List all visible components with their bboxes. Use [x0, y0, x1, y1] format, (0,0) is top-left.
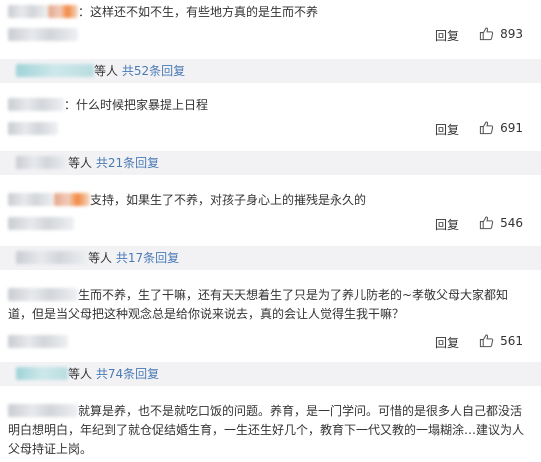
comment-text-row: ：什么时候把家暴提上日程	[8, 96, 527, 115]
blurred-username	[8, 5, 48, 18]
comment-text: ：这样还不如不生，有些地方真的是生而不养	[78, 5, 319, 19]
blurred-username	[8, 288, 78, 301]
view-replies-link[interactable]: 共17条回复	[116, 251, 179, 265]
blurred-replier	[16, 367, 68, 380]
like-button[interactable]: 893	[479, 26, 523, 41]
blurred-meta	[8, 121, 58, 135]
like-count: 546	[500, 215, 523, 230]
view-replies-link[interactable]: 共21条回复	[96, 156, 159, 170]
blurred-replier	[16, 156, 68, 169]
comment-text-row: 支持，如果生了不养，对孩子身心上的摧残是永久的	[8, 191, 527, 210]
blurred-avatar-badge	[54, 193, 90, 206]
thumbs-up-icon	[479, 334, 494, 348]
like-count: 561	[500, 333, 523, 348]
comment-text-row: ：这样还不如不生，有些地方真的是生而不养	[8, 3, 527, 22]
like-button[interactable]: 546	[479, 215, 523, 230]
blurred-username	[8, 404, 78, 417]
blurred-meta	[8, 27, 78, 41]
blurred-avatar-badge	[48, 5, 78, 18]
reply-thread[interactable]: 等人 共74条回复	[0, 362, 541, 386]
blurred-replier	[16, 251, 88, 264]
comment-text: ：什么时候把家暴提上日程	[64, 98, 209, 112]
reply-button[interactable]: 回复	[435, 216, 459, 233]
blurred-replier	[16, 64, 94, 77]
blurred-meta	[8, 216, 74, 230]
reply-button[interactable]: 回复	[435, 27, 459, 44]
blurred-meta	[8, 334, 68, 348]
like-count: 691	[500, 120, 523, 135]
reply-thread[interactable]: 等人 共52条回复	[0, 59, 541, 83]
like-button[interactable]: 561	[479, 333, 523, 348]
thumbs-up-icon	[479, 121, 494, 135]
comment-text-row: 就算是养，也不是就吃口饭的问题。养育，是一门学问。可惜的是很多人自己都没活明白想…	[8, 402, 527, 459]
like-button[interactable]: 691	[479, 120, 523, 135]
reply-button[interactable]: 回复	[435, 334, 459, 351]
blurred-username	[8, 98, 64, 111]
comment-text: 就算是养，也不是就吃口饭的问题。养育，是一门学问。可惜的是很多人自己都没活明白想…	[8, 404, 525, 456]
blurred-username	[8, 193, 54, 206]
thumbs-up-icon	[479, 27, 494, 41]
view-replies-link[interactable]: 共52条回复	[122, 64, 185, 78]
reply-thread[interactable]: 等人 共21条回复	[0, 151, 541, 175]
comment-text-row: 生而不养，生了干嘛，还有天天想着生了只是为了养儿防老的~孝敬父母大家都知道，但是…	[8, 286, 527, 324]
thumbs-up-icon	[479, 216, 494, 230]
like-count: 893	[500, 26, 523, 41]
thread-suffix: 等人	[94, 64, 119, 78]
reply-button[interactable]: 回复	[435, 121, 459, 138]
view-replies-link[interactable]: 共74条回复	[96, 367, 159, 381]
thread-suffix: 等人	[68, 367, 93, 381]
comment-text: 生而不养，生了干嘛，还有天天想着生了只是为了养儿防老的~孝敬父母大家都知道，但是…	[8, 288, 509, 321]
reply-thread[interactable]: 等人 共17条回复	[0, 246, 541, 270]
comment-text: 支持，如果生了不养，对孩子身心上的摧残是永久的	[90, 193, 367, 207]
thread-suffix: 等人	[68, 156, 93, 170]
thread-suffix: 等人	[88, 251, 113, 265]
